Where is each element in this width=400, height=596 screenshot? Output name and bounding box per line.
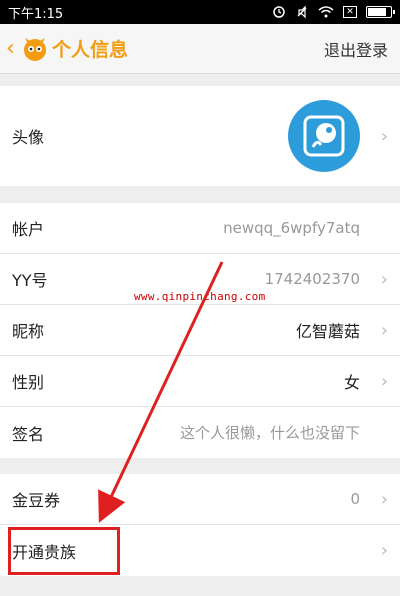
- avatar[interactable]: [288, 100, 360, 172]
- battery-icon: [366, 6, 395, 18]
- no-signal-icon: ✕: [343, 6, 357, 18]
- chevron-right-icon: ›: [380, 268, 388, 290]
- watermark-text: www.qinpinchang.com: [134, 290, 266, 303]
- chevron-right-icon: ›: [380, 125, 388, 147]
- status-bar: 下午1:15 ✕: [0, 0, 400, 24]
- row-value: newqq_6wpfy7atq: [223, 219, 360, 237]
- status-time: 下午1:15: [8, 6, 64, 22]
- row-value: 女: [343, 373, 360, 392]
- app-logo-icon: [24, 37, 46, 61]
- row-label: 金豆券: [12, 491, 61, 510]
- row-value: 这个人很懒，什么也没留下: [179, 424, 360, 442]
- avatar-label: 头像: [12, 128, 45, 147]
- avatar-group: 头像 ›: [0, 86, 400, 186]
- row-value: 亿智蘑菇: [295, 322, 360, 341]
- chevron-right-icon: ›: [380, 370, 388, 392]
- avatar-mascot-icon: [303, 115, 345, 157]
- row-label: 签名: [12, 424, 45, 444]
- logout-button[interactable]: 退出登录: [324, 37, 388, 61]
- system-icons: ✕: [272, 5, 395, 19]
- row-label: 帐户: [12, 220, 45, 239]
- row-label: 性别: [12, 373, 45, 392]
- chevron-right-icon: ›: [380, 540, 388, 561]
- row-nickname[interactable]: 昵称 亿智蘑菇 ›: [0, 305, 400, 356]
- mute-icon: [295, 5, 309, 19]
- chevron-right-icon: ›: [380, 488, 388, 510]
- row-gold-coupon[interactable]: 金豆券 0 ›: [0, 474, 400, 525]
- row-gender[interactable]: 性别 女 ›: [0, 356, 400, 407]
- row-account: 帐户 newqq_6wpfy7atq ›: [0, 203, 400, 254]
- sync-icon: [272, 5, 286, 19]
- row-value: 0: [350, 490, 360, 508]
- info-group: 帐户 newqq_6wpfy7atq › YY号 1742402370 › 昵称…: [0, 203, 400, 458]
- row-signature[interactable]: 签名 这个人很懒，什么也没留下 ›: [0, 407, 400, 458]
- row-value: 1742402370: [264, 270, 360, 288]
- wifi-icon: [318, 6, 334, 18]
- row-label: YY号: [12, 271, 48, 290]
- highlight-box: [8, 527, 120, 575]
- avatar-row[interactable]: 头像 ›: [0, 86, 400, 186]
- chevron-right-icon: ›: [380, 319, 388, 341]
- title-bar: ‹ 个人信息 退出登录: [0, 24, 400, 74]
- row-label: 昵称: [12, 322, 45, 341]
- page-title: 个人信息: [52, 39, 129, 61]
- back-chevron-icon[interactable]: ‹: [6, 36, 20, 61]
